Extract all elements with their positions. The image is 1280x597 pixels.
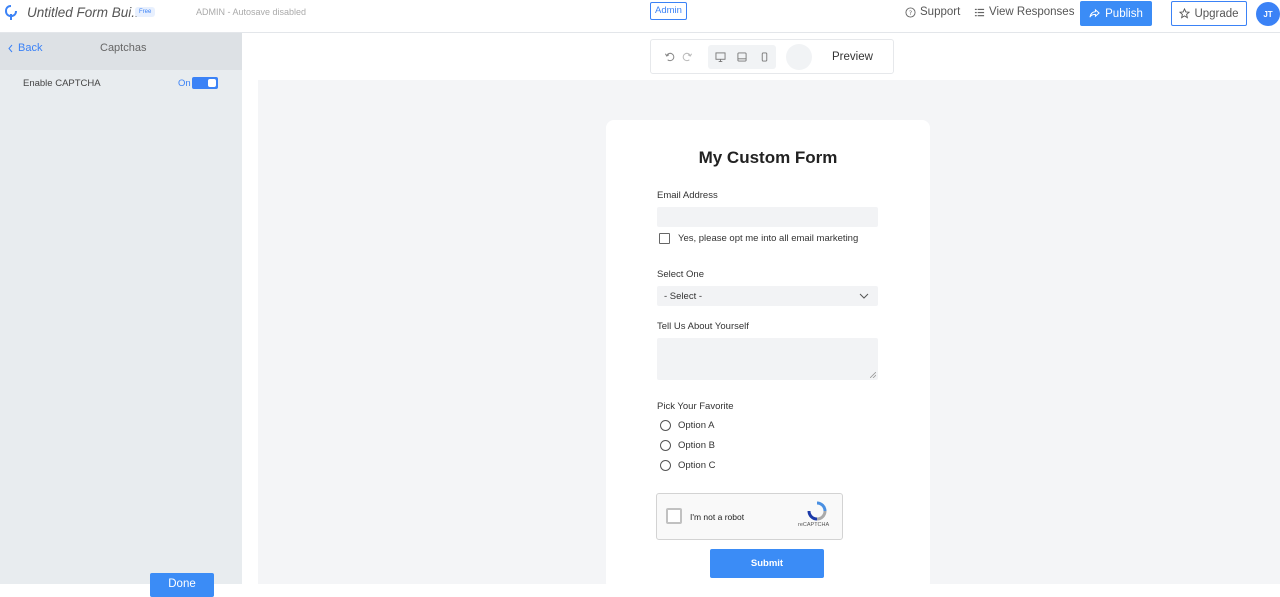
form-title-field[interactable]: Untitled Form Bui... <box>27 5 143 20</box>
enable-captcha-row: Enable CAPTCHA On <box>0 70 242 100</box>
radio-option-label: Option B <box>678 440 715 451</box>
settings-sidebar: Back Captchas Enable CAPTCHA On Done <box>0 33 242 597</box>
submit-button[interactable]: Submit <box>710 549 824 578</box>
editor-toolbar: Preview <box>650 39 894 74</box>
star-icon <box>1179 8 1191 19</box>
upgrade-button[interactable]: Upgrade <box>1171 1 1247 26</box>
undo-icon[interactable] <box>660 48 678 66</box>
chevron-down-icon <box>859 293 869 299</box>
radio-button[interactable] <box>660 420 671 431</box>
select-dropdown[interactable]: - Select - <box>657 286 878 306</box>
tablet-icon[interactable] <box>732 47 752 67</box>
back-label: Back <box>18 42 43 54</box>
radio-option[interactable]: Option A <box>660 420 714 431</box>
theme-circle-button[interactable] <box>786 43 812 70</box>
recaptcha-widget: I'm not a robot reCAPTCHA <box>656 493 843 540</box>
form-card: My Custom Form Email Address Yes, please… <box>606 120 930 590</box>
list-icon <box>974 8 985 16</box>
support-label: Support <box>920 6 961 18</box>
support-link[interactable]: ? Support <box>905 6 960 18</box>
admin-badge[interactable]: Admin <box>650 2 687 20</box>
sidebar-header: Back Captchas <box>0 33 242 70</box>
plan-badge: Free <box>135 7 156 17</box>
enable-captcha-toggle[interactable] <box>192 77 218 89</box>
optin-checkbox[interactable] <box>659 233 670 244</box>
radio-group-label: Pick Your Favorite <box>657 401 734 412</box>
toggle-state-label: On <box>178 78 191 89</box>
chevron-left-icon <box>8 44 13 52</box>
textarea-label: Tell Us About Yourself <box>657 321 749 332</box>
about-textarea[interactable] <box>657 338 878 380</box>
autosave-status: ADMIN - Autosave disabled <box>196 7 307 17</box>
recaptcha-brand: reCAPTCHA <box>798 522 830 528</box>
select-label: Select One <box>657 269 704 280</box>
radio-option-label: Option C <box>678 460 716 471</box>
svg-text:?: ? <box>909 8 912 16</box>
email-label: Email Address <box>657 190 718 201</box>
recaptcha-checkbox[interactable] <box>666 508 682 524</box>
user-avatar[interactable]: JT <box>1256 2 1280 26</box>
device-switcher <box>708 44 776 69</box>
desktop-icon[interactable] <box>710 47 730 67</box>
back-button[interactable]: Back <box>7 42 42 54</box>
recaptcha-text: I'm not a robot <box>690 512 745 522</box>
publish-label: Publish <box>1105 7 1143 20</box>
email-field[interactable] <box>657 207 878 227</box>
mobile-icon[interactable] <box>754 47 774 67</box>
redo-icon[interactable] <box>678 48 696 66</box>
preview-button[interactable]: Preview <box>832 51 873 63</box>
top-bar: Untitled Form Bui... Free ADMIN - Autosa… <box>0 0 1280 33</box>
radio-option[interactable]: Option C <box>660 460 716 471</box>
upgrade-label: Upgrade <box>1194 7 1239 20</box>
share-icon <box>1089 8 1100 18</box>
optin-checkbox-row[interactable]: Yes, please opt me into all email market… <box>659 233 858 244</box>
select-value: - Select - <box>664 291 703 302</box>
resize-handle-icon[interactable] <box>870 372 876 378</box>
radio-option-label: Option A <box>678 420 715 431</box>
publish-button[interactable]: Publish <box>1080 1 1152 26</box>
radio-button[interactable] <box>660 440 671 451</box>
radio-option[interactable]: Option B <box>660 440 715 451</box>
toggle-knob <box>208 79 216 87</box>
done-button[interactable]: Done <box>150 573 214 597</box>
form-heading: My Custom Form <box>698 148 838 167</box>
radio-button[interactable] <box>660 460 671 471</box>
enable-captcha-label: Enable CAPTCHA <box>23 78 101 89</box>
view-responses-label: View Responses <box>989 6 1075 18</box>
recaptcha-logo-icon <box>807 501 827 521</box>
optin-label: Yes, please opt me into all email market… <box>678 233 859 244</box>
sidebar-title: Captchas <box>100 42 147 54</box>
help-circle-icon: ? <box>905 6 916 18</box>
app-logo-icon[interactable] <box>5 5 17 21</box>
view-responses-link[interactable]: View Responses <box>974 6 1074 18</box>
